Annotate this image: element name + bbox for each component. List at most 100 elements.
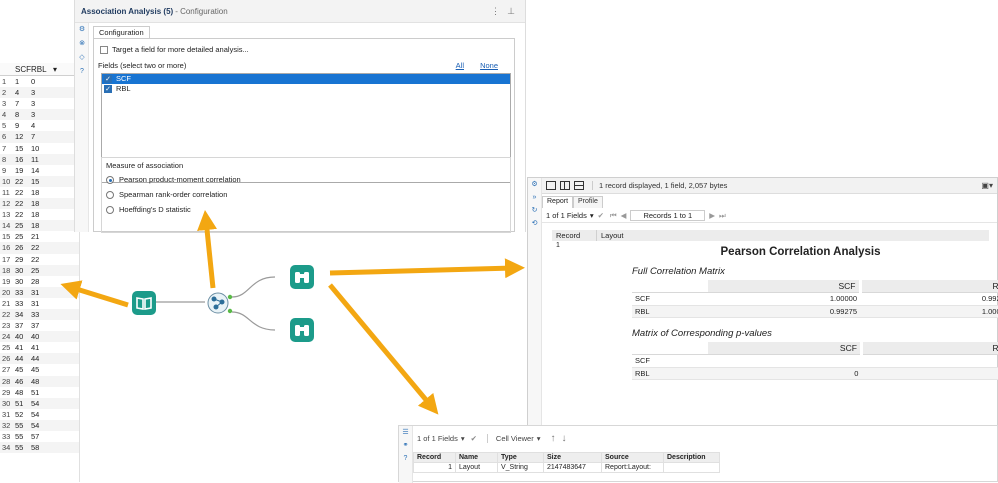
scf-cell: 22: [15, 176, 24, 186]
radio-pearson[interactable]: [106, 176, 114, 185]
association-analysis-tool[interactable]: [205, 290, 233, 316]
help-icon[interactable]: ?: [399, 452, 412, 465]
scf-cell: 41: [15, 343, 24, 353]
select-none-link[interactable]: None: [480, 61, 498, 70]
measure-option-pearson[interactable]: Pearson product-moment correlation: [106, 175, 241, 185]
table-row: 48 3: [0, 109, 79, 121]
check-icon[interactable]: ✔: [598, 211, 604, 220]
record-cell: 15: [2, 232, 11, 242]
record-cell: 18: [2, 265, 11, 275]
input-data-tool[interactable]: [132, 291, 156, 315]
scf-cell: 44: [15, 354, 24, 364]
table-row: 11 22 18: [0, 187, 79, 198]
binoculars-icon: [295, 325, 309, 336]
meta-fields-dropdown[interactable]: 1 of 1 Fields: [417, 434, 458, 443]
field-item-rbl[interactable]: ✓ RBL: [102, 84, 510, 94]
tab-report[interactable]: Report: [542, 196, 574, 208]
table-row: 15 25 21: [0, 231, 79, 242]
column-header-scf[interactable]: SCF: [15, 63, 31, 75]
column-header-layout[interactable]: Layout: [596, 230, 989, 241]
radio-hoeffding[interactable]: [106, 206, 114, 215]
target-field-option[interactable]: Target a field for more detailed analysi…: [100, 45, 249, 55]
rbl-cell: 33: [31, 309, 40, 319]
matrix-row: SCF 1.00000 0.99275: [632, 292, 998, 306]
scf-cell: 8: [15, 110, 20, 120]
chevron-down-icon[interactable]: ▾: [537, 434, 541, 443]
table-row: 17 29 22: [0, 254, 79, 265]
rbl-cell: 37: [31, 321, 40, 331]
layout-split-vertical-icon[interactable]: [560, 181, 570, 190]
results-menu-icon[interactable]: ▣▾: [981, 181, 993, 190]
fields-dropdown[interactable]: 1 of 1 Fields: [546, 211, 587, 220]
list-icon[interactable]: ☰: [399, 426, 412, 439]
first-record-icon[interactable]: ⏮: [610, 211, 617, 221]
table-row: 11 0: [0, 76, 79, 87]
field-item-scf[interactable]: ✓ SCF: [102, 74, 510, 84]
column-header-record[interactable]: Record: [552, 230, 596, 241]
rbl-cell: 54: [31, 398, 40, 408]
more-options-icon[interactable]: ⋮: [491, 6, 500, 17]
next-icon[interactable]: »: [528, 192, 541, 204]
column-header-rbl[interactable]: RBL: [31, 63, 53, 75]
help-icon[interactable]: ?: [75, 65, 89, 79]
radio-spearman[interactable]: [106, 191, 114, 200]
cell-viewer-dropdown[interactable]: Cell Viewer: [486, 433, 534, 443]
browse-tool-interactive[interactable]: [290, 318, 314, 342]
config-titlebar: Association Analysis (5) - Configuration…: [75, 0, 525, 23]
scf-cell: 26: [15, 243, 24, 253]
configuration-panel: Association Analysis (5) - Configuration…: [74, 0, 526, 233]
table-row: 34 55 58: [0, 442, 79, 454]
table-row: 373: [0, 98, 79, 109]
rbl-cell: 0: [31, 77, 36, 86]
chevron-down-icon[interactable]: ▾: [461, 434, 465, 443]
rbl-cell: 57: [31, 432, 40, 441]
last-record-icon[interactable]: ⏭: [719, 211, 726, 221]
check-icon[interactable]: ✔: [471, 434, 477, 443]
close-circle-icon[interactable]: ⊗: [75, 37, 89, 51]
prev-record-icon[interactable]: ◀: [621, 211, 627, 220]
association-analysis-icon: [207, 292, 233, 314]
record-cell: 32: [2, 420, 11, 430]
scf-cell: 29: [15, 254, 24, 264]
gear-icon[interactable]: ⚙: [75, 23, 89, 37]
gear-icon[interactable]: ⚙: [528, 179, 541, 191]
scf-cell: 33: [15, 298, 24, 308]
table-row: 13 22 18: [0, 209, 79, 220]
arrow-up-icon[interactable]: ↑: [550, 433, 555, 444]
record-cell: 6: [2, 132, 7, 142]
field-checkbox-rbl[interactable]: ✓: [104, 85, 112, 94]
scf-cell: 15: [15, 143, 24, 153]
tab-profile[interactable]: Profile: [573, 196, 603, 208]
measure-option-spearman[interactable]: Spearman rank-order correlation: [106, 190, 227, 200]
arrow-down-icon[interactable]: ↓: [561, 433, 566, 444]
pin-icon[interactable]: ⊥: [507, 6, 515, 17]
layout-single-icon[interactable]: [546, 181, 556, 190]
metadata-header-row: Record Name Type Size Source Description: [413, 452, 720, 463]
sort-icon[interactable]: ▾: [53, 63, 63, 75]
tag-icon[interactable]: ◇: [75, 51, 89, 65]
field-checkbox-scf[interactable]: ✓: [104, 75, 112, 84]
scf-cell: 30: [15, 265, 24, 275]
chevron-down-icon[interactable]: ▾: [590, 211, 594, 220]
scf-cell: 22: [15, 199, 24, 209]
book-icon: [136, 297, 152, 310]
rbl-cell: 15: [31, 176, 40, 186]
table-row: 14 25 18: [0, 220, 79, 232]
results-grid-header: Record Layout: [552, 230, 989, 241]
layout-split-horizontal-icon[interactable]: [574, 181, 584, 190]
target-field-checkbox[interactable]: [100, 46, 108, 55]
table-row: 6 12 7: [0, 131, 79, 143]
results-tabs: Report Profile: [542, 196, 603, 208]
browse-tool-report[interactable]: [290, 265, 314, 289]
records-range: Records 1 to 1: [630, 210, 706, 221]
select-all-link[interactable]: All: [456, 61, 464, 70]
metadata-table: Record Name Type Size Source Description…: [413, 452, 720, 473]
next-record-icon[interactable]: ▶: [709, 211, 715, 220]
tab-configuration[interactable]: Configuration: [93, 26, 150, 38]
results-status: 1 record displayed, 1 field, 2,057 bytes: [592, 181, 727, 190]
history-icon[interactable]: ⟲: [528, 218, 541, 230]
measure-option-hoeffding[interactable]: Hoeffding's D statistic: [106, 205, 191, 215]
refresh-icon[interactable]: ↻: [528, 205, 541, 217]
rbl-cell: 18: [31, 199, 40, 209]
binoculars-icon[interactable]: ⚭: [399, 439, 412, 452]
